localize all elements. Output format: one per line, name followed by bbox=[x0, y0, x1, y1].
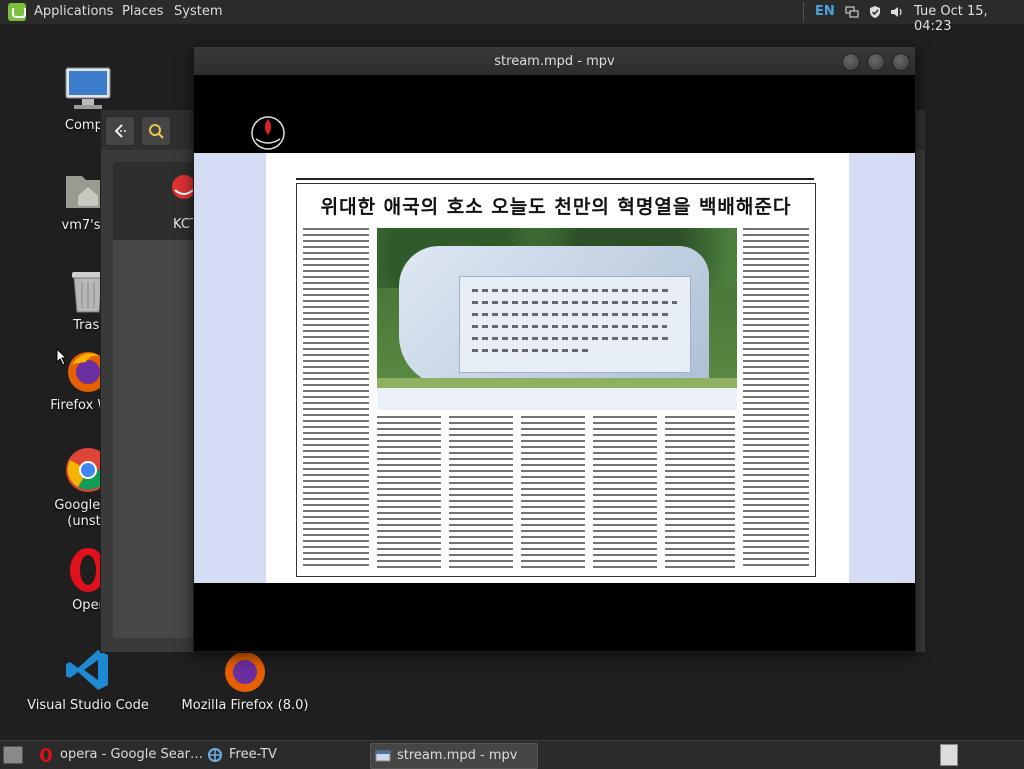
taskbar-item-opera[interactable]: opera - Google Sear… bbox=[34, 743, 204, 767]
article-photo bbox=[377, 228, 737, 388]
text-column bbox=[303, 228, 369, 570]
mpv-icon bbox=[375, 750, 391, 762]
taskbar-item-label: stream.mpd - mpv bbox=[397, 748, 518, 763]
taskbar-item-label: Free-TV bbox=[229, 747, 277, 762]
opera-icon bbox=[40, 748, 52, 762]
shield-icon[interactable] bbox=[868, 5, 882, 19]
text-column bbox=[665, 416, 735, 570]
text-column bbox=[521, 416, 585, 570]
mint-menu-icon[interactable] bbox=[8, 3, 26, 21]
maximize-button[interactable] bbox=[867, 53, 885, 71]
mpv-window[interactable]: stream.mpd - mpv 위대한 애국의 호소 오늘도 천만의 혁명열을… bbox=[193, 46, 916, 652]
system-menu[interactable]: System bbox=[174, 4, 222, 19]
desktop-icon-label: Visual Studio Code bbox=[27, 698, 149, 713]
volume-icon[interactable] bbox=[890, 5, 904, 19]
network-icon[interactable] bbox=[845, 5, 859, 19]
tray-separator bbox=[803, 3, 806, 21]
photo-ground bbox=[377, 378, 737, 388]
text-column bbox=[377, 416, 441, 570]
applications-menu[interactable]: Applications bbox=[34, 4, 113, 19]
plaque-text-line bbox=[472, 289, 672, 292]
newspaper-article: 위대한 애국의 호소 오늘도 천만의 혁명열을 백배해준다 bbox=[296, 183, 816, 577]
video-area[interactable]: 위대한 애국의 호소 오늘도 천만의 혁명열을 백배해준다 bbox=[194, 75, 915, 651]
taskbar-item-freetv[interactable]: Free-TV bbox=[203, 743, 363, 767]
broadcast-emblem-icon bbox=[251, 116, 285, 150]
taskbar: opera - Google Sear… Free-TV stream.mpd … bbox=[0, 740, 1024, 769]
search-icon[interactable] bbox=[141, 116, 171, 146]
workspace-switcher[interactable] bbox=[940, 744, 958, 766]
photo-caption-area bbox=[377, 388, 737, 410]
plaque-text-line bbox=[472, 301, 677, 304]
text-column bbox=[743, 228, 809, 570]
newspaper-headline: 위대한 애국의 호소 오늘도 천만의 혁명열을 백배해준다 bbox=[320, 196, 792, 218]
vscode-icon bbox=[64, 646, 112, 694]
plaque-text-line bbox=[472, 325, 667, 328]
close-button[interactable] bbox=[892, 53, 910, 71]
window-title: stream.mpd - mpv bbox=[494, 54, 615, 69]
desktop-icon-label: Mozilla Firefox (8.0) bbox=[181, 698, 309, 713]
desktop-icon-vscode[interactable]: Visual Studio Code bbox=[23, 646, 153, 714]
desktop-icon-mozilla-firefox[interactable]: Mozilla Firefox (8.0) bbox=[180, 646, 310, 714]
minimize-button[interactable] bbox=[842, 53, 860, 71]
taskbar-item-label: opera - Google Sear… bbox=[60, 747, 204, 762]
freetv-icon bbox=[208, 748, 222, 762]
clock[interactable]: Tue Oct 15, 04:23 bbox=[914, 4, 1024, 34]
photo-monument-stone bbox=[399, 246, 709, 386]
plaque-text-line bbox=[472, 349, 592, 352]
places-menu[interactable]: Places bbox=[122, 4, 163, 19]
mouse-cursor-icon bbox=[56, 348, 68, 366]
taskbar-item-mpv[interactable]: stream.mpd - mpv bbox=[370, 743, 538, 769]
plaque-text-line bbox=[472, 337, 672, 340]
plaque-text-line bbox=[472, 313, 672, 316]
show-desktop-icon[interactable] bbox=[3, 746, 23, 764]
video-letterbox-bottom bbox=[194, 583, 915, 651]
back-arrow-icon[interactable] bbox=[105, 116, 135, 146]
computer-icon bbox=[64, 66, 112, 114]
keyboard-layout-indicator[interactable]: EN bbox=[815, 4, 835, 19]
newspaper-page: 위대한 애국의 호소 오늘도 천만의 혁명열을 백배해준다 bbox=[266, 153, 849, 583]
masthead-rule bbox=[296, 178, 814, 180]
top-panel: Applications Places System EN Tue Oct 15… bbox=[0, 0, 1024, 34]
mpv-titlebar[interactable]: stream.mpd - mpv bbox=[194, 47, 915, 75]
text-column bbox=[593, 416, 657, 570]
firefox-icon bbox=[221, 646, 269, 694]
photo-plaque bbox=[459, 276, 691, 373]
text-column bbox=[449, 416, 513, 570]
